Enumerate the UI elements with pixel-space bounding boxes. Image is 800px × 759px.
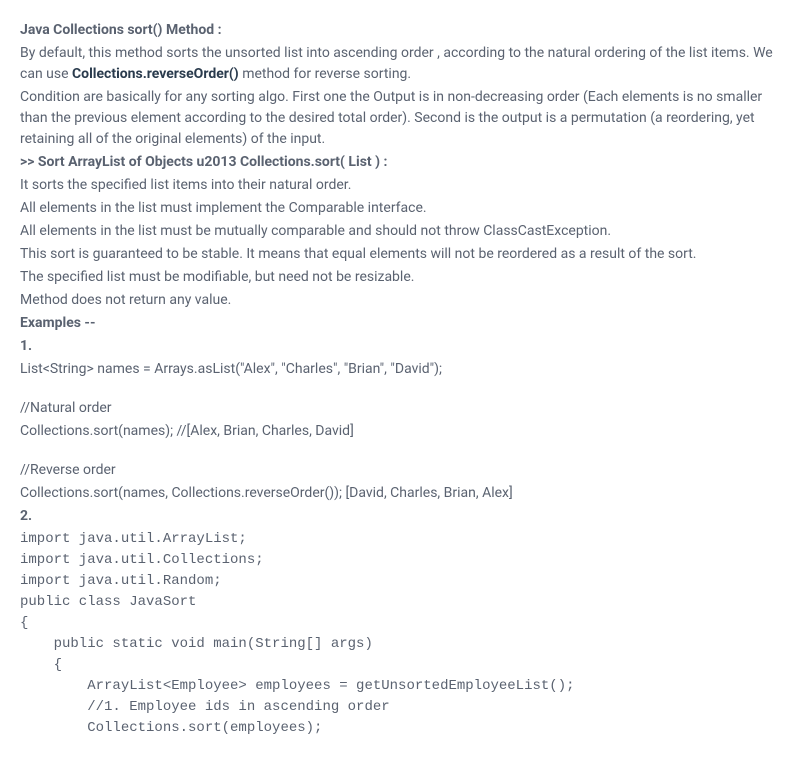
code-line: //1. Employee ids in ascending order <box>20 697 780 718</box>
intro-paragraph: By default, this method sorts the unsort… <box>20 43 780 85</box>
code-line: import java.util.Random; <box>20 571 780 592</box>
examples-label: Examples -- <box>20 313 780 334</box>
blank-line <box>20 382 780 398</box>
example-1-code-line: List<String> names = Arrays.asList("Alex… <box>20 359 780 380</box>
example-2-label: 2. <box>20 506 780 527</box>
example-1-natural-code: Collections.sort(names); //[Alex, Brian,… <box>20 421 780 442</box>
intro-text-b: method for reverse sorting. <box>239 66 411 82</box>
code-line: public class JavaSort <box>20 592 780 613</box>
code-line: import java.util.ArrayList; <box>20 529 780 550</box>
example-1-reverse-comment: //Reverse order <box>20 460 780 481</box>
code-line: { <box>20 655 780 676</box>
example-1-natural-comment: //Natural order <box>20 398 780 419</box>
code-line: ArrayList<Employee> employees = getUnsor… <box>20 676 780 697</box>
bullet-line: All elements in the list must implement … <box>20 198 780 219</box>
document-body: Java Collections sort() Method : By defa… <box>20 20 780 739</box>
bullet-line: This sort is guaranteed to be stable. It… <box>20 244 780 265</box>
bullet-line: The specified list must be modifiable, b… <box>20 267 780 288</box>
example-1-label: 1. <box>20 336 780 357</box>
example-1-reverse-code: Collections.sort(names, Collections.reve… <box>20 483 780 504</box>
code-line: import java.util.Collections; <box>20 550 780 571</box>
code-line: public static void main(String[] args) <box>20 634 780 655</box>
code-line: Collections.sort(employees); <box>20 718 780 739</box>
bullet-line: It sorts the specified list items into t… <box>20 175 780 196</box>
bullet-line: Method does not return any value. <box>20 290 780 311</box>
intro-bold: Collections.reverseOrder() <box>72 66 239 82</box>
condition-paragraph: Condition are basically for any sorting … <box>20 87 780 150</box>
title-heading: Java Collections sort() Method : <box>20 20 780 41</box>
bullet-line: All elements in the list must be mutuall… <box>20 221 780 242</box>
code-line: { <box>20 613 780 634</box>
subtitle-heading: >> Sort ArrayList of Objects u2013 Colle… <box>20 152 780 173</box>
blank-line <box>20 444 780 460</box>
